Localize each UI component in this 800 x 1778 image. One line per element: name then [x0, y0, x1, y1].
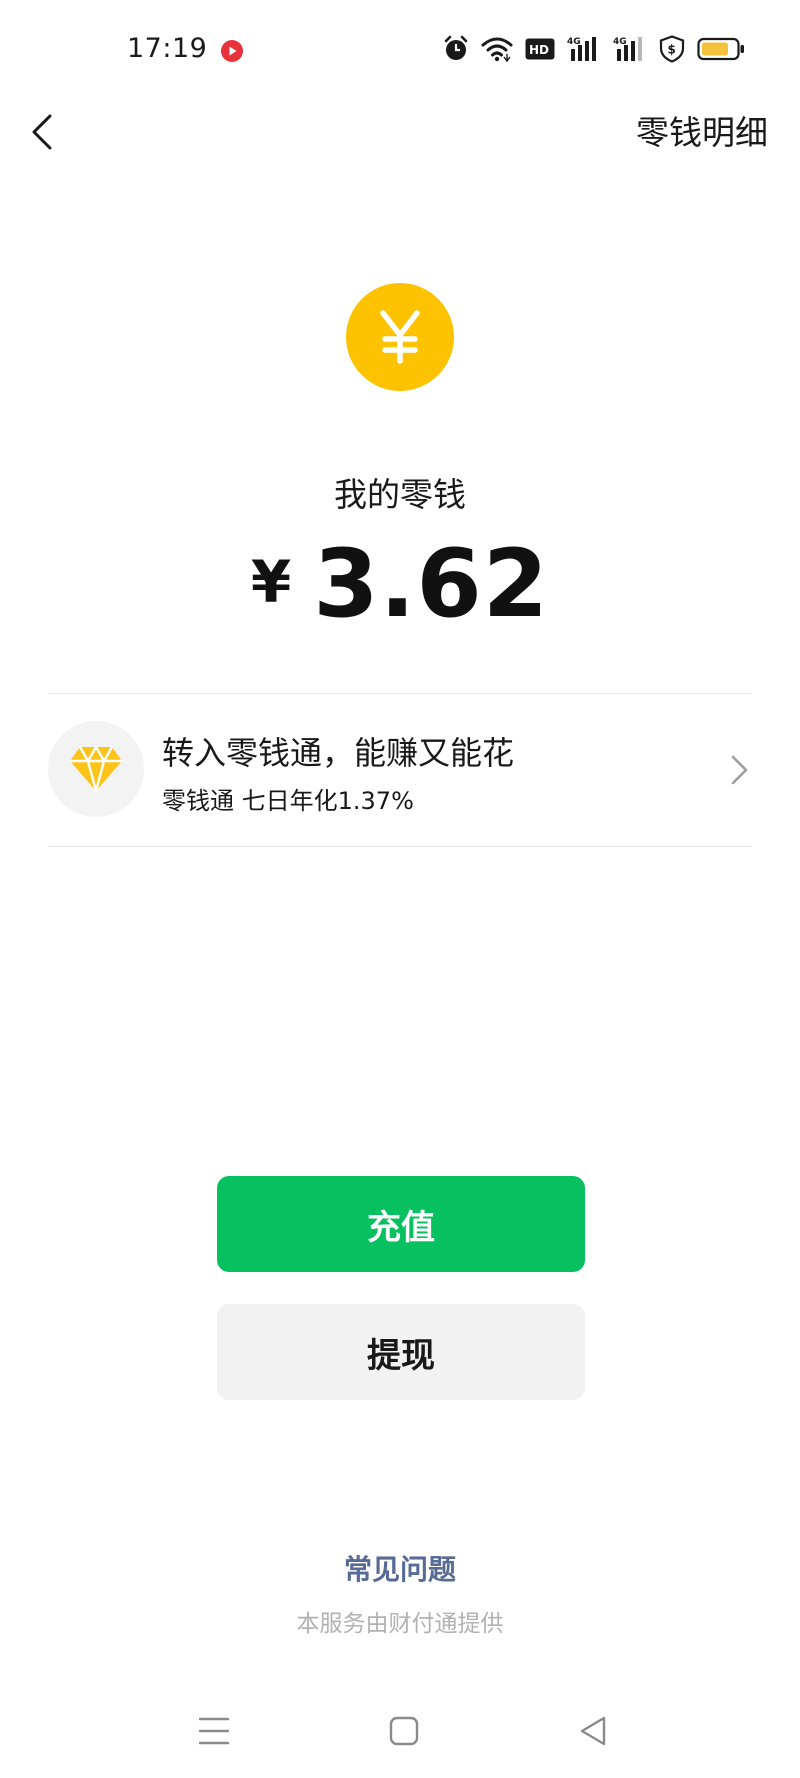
menu-button[interactable]	[191, 1708, 237, 1754]
menu-icon	[198, 1717, 230, 1745]
recharge-button[interactable]: 充值	[217, 1176, 585, 1272]
svg-text:$: $	[668, 43, 676, 57]
home-icon	[389, 1716, 419, 1746]
promo-title: 转入零钱通，能赚又能花	[162, 734, 515, 772]
status-icons: HD 4G 4G $	[443, 32, 745, 70]
shield-icon: $	[659, 35, 685, 67]
status-bar: 17:19 HD 4G 4G $	[0, 0, 800, 100]
balance-amount: ¥ 3.62	[0, 530, 800, 639]
balance-title: 我的零钱	[334, 475, 466, 514]
back-icon	[580, 1716, 606, 1746]
signal-4g-icon: 4G	[613, 35, 647, 67]
promo-row[interactable]: 转入零钱通，能赚又能花 零钱通 七日年化1.37%	[48, 694, 752, 845]
svg-text:HD: HD	[529, 43, 549, 57]
diamond-icon	[70, 745, 122, 793]
alarm-icon	[443, 35, 469, 67]
coin-icon	[346, 283, 454, 391]
nav-back-button[interactable]	[571, 1708, 617, 1754]
chevron-right-icon	[731, 755, 748, 785]
withdraw-button[interactable]: 提现	[217, 1304, 585, 1400]
back-button[interactable]	[22, 104, 66, 156]
status-time: 17:19	[127, 33, 208, 64]
provider-text: 本服务由财付通提供	[296, 1611, 504, 1637]
chevron-left-icon	[32, 114, 52, 150]
faq-link[interactable]: 常见问题	[0, 1548, 800, 1588]
change-details-link[interactable]: 零钱明细	[636, 106, 768, 154]
divider	[48, 846, 752, 847]
hd-icon: HD	[525, 38, 555, 64]
battery-icon	[697, 37, 745, 65]
currency-symbol: ¥	[250, 548, 292, 616]
promo-subtitle: 零钱通 七日年化1.37%	[162, 787, 414, 815]
promo-icon-wrap	[48, 721, 144, 817]
signal-4g-icon: 4G	[567, 35, 601, 67]
home-button[interactable]	[381, 1708, 427, 1754]
yuan-icon	[380, 310, 420, 364]
amount-value: 3.62	[313, 530, 550, 639]
record-icon	[221, 40, 243, 62]
wifi-icon	[481, 36, 513, 66]
system-nav-bar	[0, 1696, 800, 1766]
